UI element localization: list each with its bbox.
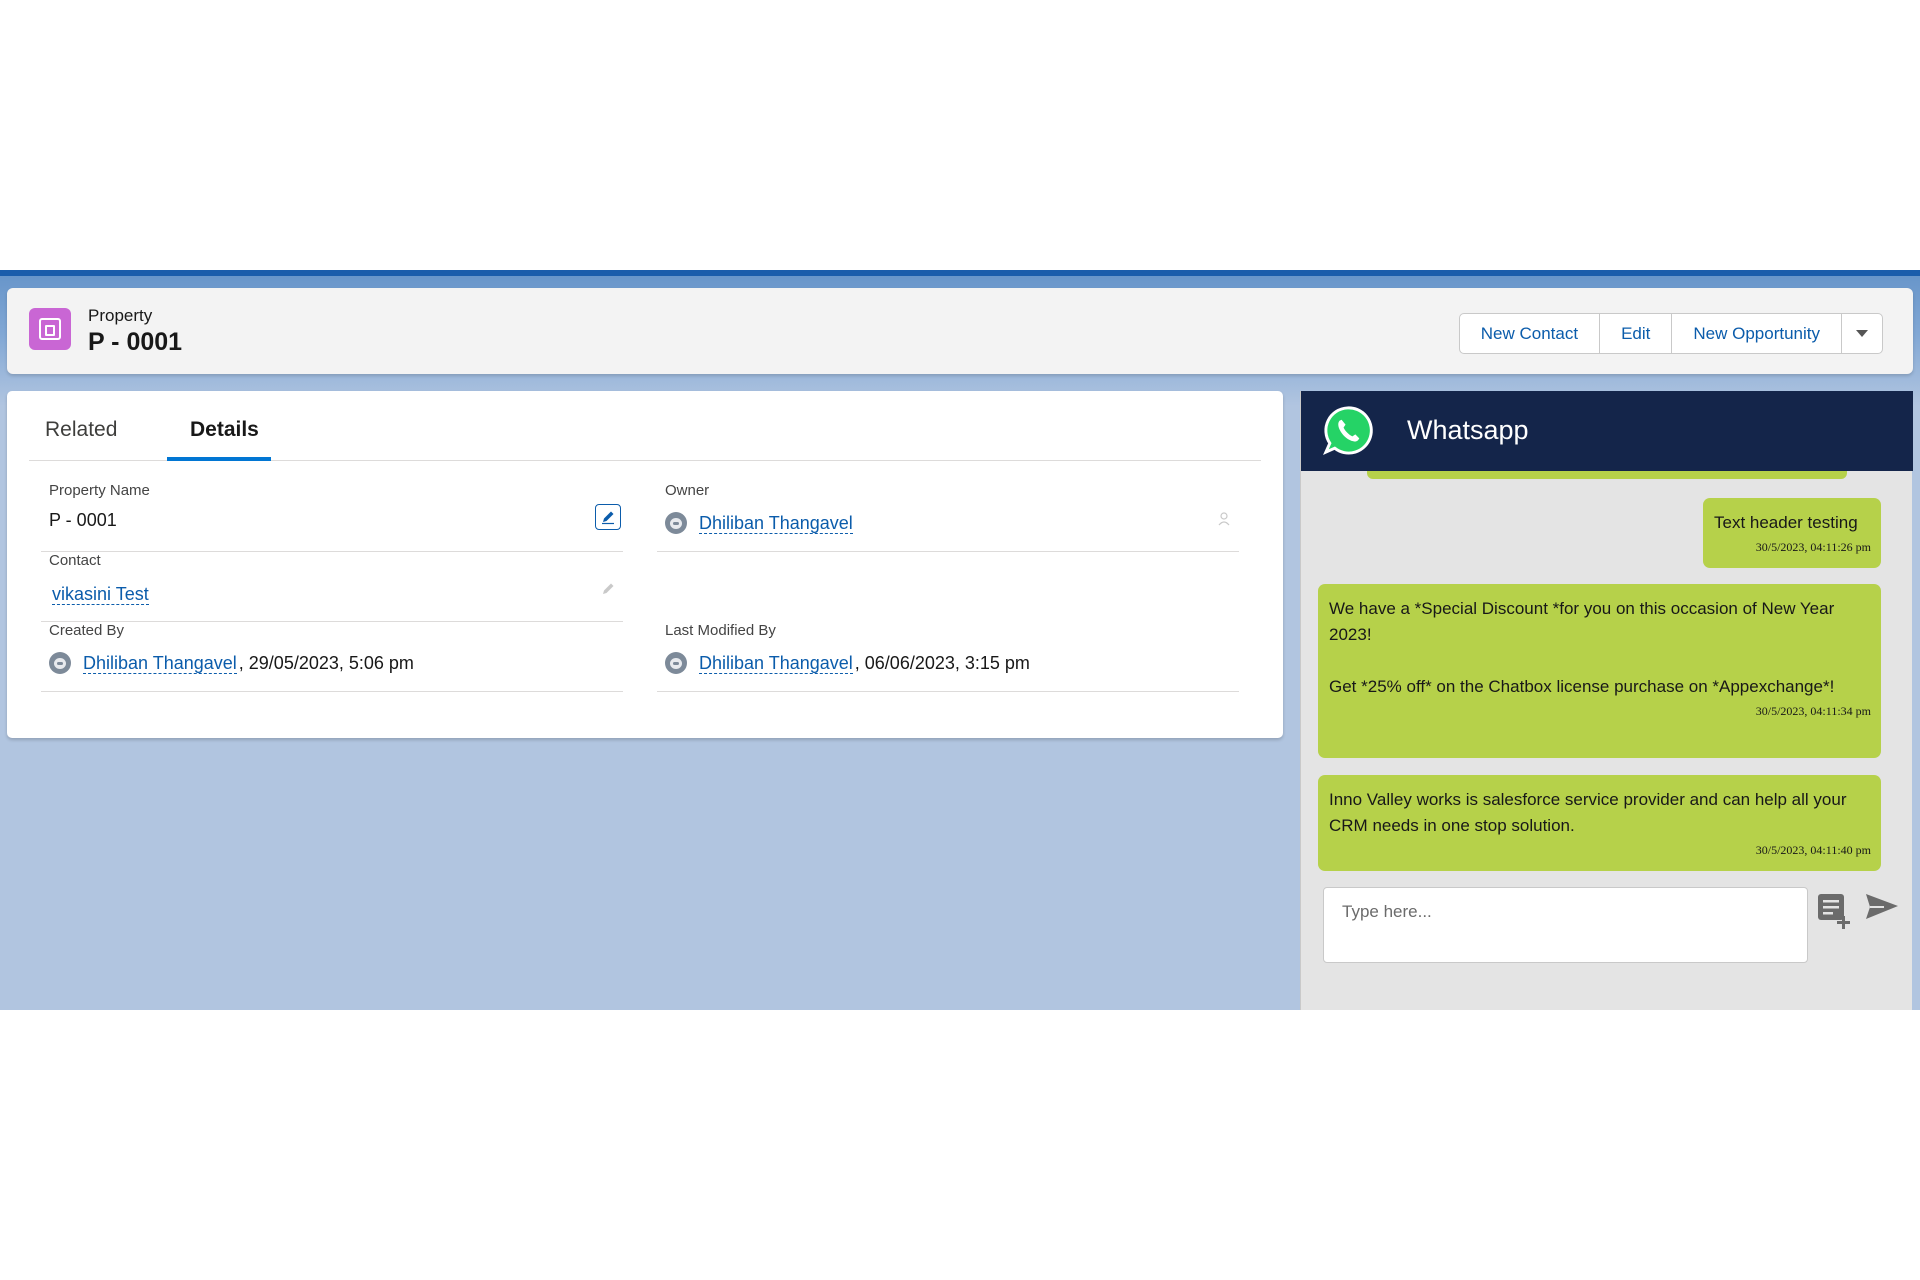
message-time: 30/5/2023, 04:11:40 pm [1755,843,1871,857]
new-contact-button[interactable]: New Contact [1460,314,1601,353]
message-bubble: Text header testing 30/5/2023, 04:11:26 … [1703,498,1881,568]
property-icon [29,308,71,350]
field-label: Created By [49,622,125,639]
owner-link[interactable]: Dhiliban Thangavel [699,513,853,534]
user-avatar [665,652,687,674]
message-bubble: We have a *Special Discount *for you on … [1318,584,1881,758]
message-time: 30/5/2023, 04:11:26 pm [1755,540,1871,554]
modified-by-link[interactable]: Dhiliban Thangavel [699,653,853,674]
tab-related[interactable]: Related [45,418,117,442]
user-avatar [49,652,71,674]
add-template-icon[interactable] [1816,891,1856,931]
edit-button[interactable]: Edit [1600,314,1673,353]
message-time: 30/5/2023, 04:11:34 pm [1755,704,1871,718]
message-text: We have a *Special Discount *for you on … [1329,599,1835,696]
field-property-name: Property Name P - 0001 [41,482,623,552]
edit-pencil-icon[interactable] [595,504,621,530]
object-label: Property [88,306,153,325]
whatsapp-logo-icon [1323,406,1373,455]
field-label: Property Name [49,482,150,499]
field-label: Owner [665,482,710,499]
field-label: Contact [49,552,101,569]
field-owner: Owner Dhiliban Thangavel [657,482,1239,552]
modified-date: , 06/06/2023, 3:15 pm [854,652,1030,673]
record-header: Property P - 0001 New Contact Edit New O… [7,288,1913,374]
message-text: Text header testing [1714,513,1858,532]
message-bubble: Inno Valley works is salesforce service … [1318,775,1881,871]
whatsapp-title: Whatsapp [1407,415,1529,445]
field-value: P - 0001 [49,510,117,530]
whatsapp-panel: Whatsapp Text header testing 30/5/2023, … [1300,391,1913,1010]
app-frame: Property P - 0001 New Contact Edit New O… [0,270,1920,1010]
user-avatar [665,512,687,534]
tab-details[interactable]: Details [190,418,259,442]
field-contact: Contact vikasini Test [41,552,623,622]
field-label: Last Modified By [665,622,776,639]
created-date: , 29/05/2023, 5:06 pm [238,652,414,673]
created-by-link[interactable]: Dhiliban Thangavel [83,653,237,674]
contact-link[interactable]: vikasini Test [52,584,149,605]
send-icon[interactable] [1864,891,1900,923]
edit-pencil-icon[interactable] [595,576,621,602]
more-actions-button[interactable] [1842,314,1882,353]
chevron-down-icon [1856,330,1868,337]
record-title: P - 0001 [88,328,183,356]
whatsapp-header: Whatsapp [1301,391,1913,471]
details-card: Related Details Property Name P - 0001 O… [7,391,1283,738]
previous-message-bubble [1367,471,1847,479]
field-created-by: Created By Dhiliban Thangavel , 29/05/20… [41,622,623,692]
tab-bar: Related Details [29,391,1261,461]
action-button-group: New Contact Edit New Opportunity [1458,313,1883,354]
field-last-modified-by: Last Modified By Dhiliban Thangavel , 06… [657,622,1239,692]
active-tab-indicator [167,457,271,461]
new-opportunity-button[interactable]: New Opportunity [1672,314,1842,353]
change-owner-icon[interactable] [1211,506,1237,532]
message-input[interactable] [1323,887,1808,963]
message-text: Inno Valley works is salesforce service … [1329,790,1852,835]
